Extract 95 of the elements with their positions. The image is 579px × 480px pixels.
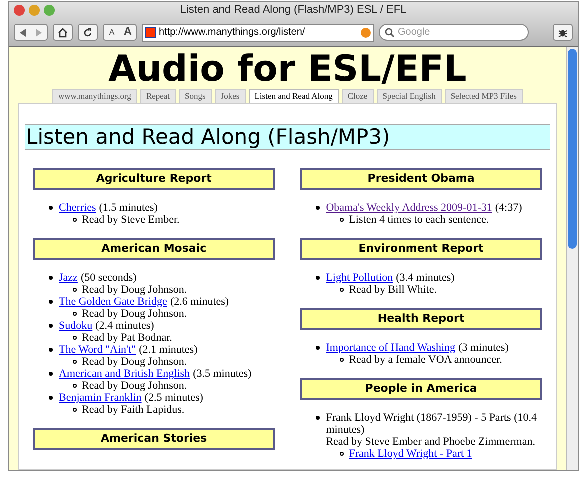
nav-tab[interactable]: Listen and Read Along: [248, 89, 339, 103]
audio-link[interactable]: The Word "Ain't": [59, 344, 136, 356]
audio-link[interactable]: Light Pollution: [326, 272, 394, 284]
series-text: Frank Lloyd Wright (1867-1959) - 5 Parts (10.4 minutes): [326, 412, 538, 436]
section-heading: Health Report: [300, 308, 542, 330]
reader-text: Read by Steve Ember and Phoebe Zimmerman.: [326, 436, 536, 448]
circle-bullet-icon: [340, 358, 344, 362]
address-field[interactable]: http://www.manythings.org/listen/: [142, 24, 374, 42]
bullet-icon: [49, 372, 53, 376]
search-icon: [385, 28, 395, 38]
zoom-icon[interactable]: [44, 5, 55, 16]
reader-text: Read by Doug Johnson.: [82, 284, 188, 296]
circle-bullet-icon: [340, 218, 344, 222]
nav-tab[interactable]: Jokes: [214, 89, 246, 103]
nav-tab[interactable]: www.manythings.org: [52, 89, 138, 103]
reload-button[interactable]: [78, 24, 98, 41]
home-button[interactable]: [53, 24, 73, 41]
section-heading: American Mosaic: [33, 238, 276, 260]
scroll-thumb[interactable]: [568, 49, 577, 249]
duration-text: (50 seconds): [80, 272, 137, 284]
nav-tab[interactable]: Cloze: [342, 89, 374, 103]
duration-text: (4:37): [495, 202, 522, 214]
bullet-icon: [49, 324, 53, 328]
search-field[interactable]: Google: [379, 24, 529, 41]
audio-link[interactable]: Benjamin Franklin: [59, 392, 142, 404]
audio-link[interactable]: Importance of Hand Washing: [326, 342, 456, 354]
section-heading: President Obama: [300, 168, 542, 190]
site-icon: [145, 27, 156, 38]
audio-link[interactable]: Jazz: [59, 272, 78, 284]
circle-bullet-icon: [73, 336, 77, 340]
duration-text: (2.5 minutes): [144, 392, 204, 404]
circle-bullet-icon: [73, 218, 77, 222]
circle-bullet-icon: [340, 288, 344, 292]
duration-text: (3.5 minutes): [193, 368, 252, 380]
section-heading: People in America: [300, 378, 542, 400]
nav-tab[interactable]: Selected MP3 Files: [444, 89, 523, 103]
audio-link[interactable]: American and British English: [59, 368, 190, 380]
url-text: http://www.manythings.org/listen/: [159, 26, 306, 40]
back-forward-button[interactable]: [14, 24, 48, 41]
audio-link[interactable]: Cherries: [59, 202, 96, 214]
back-icon: [19, 28, 27, 36]
scrollbar[interactable]: [566, 47, 578, 470]
circle-bullet-icon: [73, 288, 77, 292]
minimize-icon[interactable]: [29, 5, 40, 16]
bullet-icon: [49, 396, 53, 400]
bullet-icon: [49, 276, 53, 280]
reader-text: Read by a female VOA announcer.: [349, 354, 502, 366]
duration-text: (2.1 minutes): [139, 344, 198, 356]
bullet-icon: [316, 206, 320, 210]
nav-tab[interactable]: Songs: [179, 89, 212, 103]
reader-text: Read by Doug Johnson.: [82, 380, 188, 392]
reader-text: Read by Doug Johnson.: [82, 356, 188, 368]
reader-text: Read by Pat Bodnar.: [82, 332, 172, 344]
reader-text: Read by Faith Lapidus.: [82, 404, 185, 416]
nav-tab[interactable]: Repeat: [140, 89, 176, 103]
home-icon: [58, 28, 68, 38]
bigger-text-button[interactable]: A: [120, 24, 136, 41]
duration-text: (3.4 minutes): [396, 272, 455, 284]
reader-text: Read by Steve Ember.: [82, 214, 180, 226]
bug-button[interactable]: [553, 24, 573, 41]
reload-icon: [83, 28, 93, 38]
bullet-icon: [49, 348, 53, 352]
close-icon[interactable]: [14, 5, 25, 16]
audio-link[interactable]: Sudoku: [59, 320, 93, 332]
section-heading: American Stories: [33, 428, 276, 450]
bug-icon: [558, 28, 568, 38]
nav-tab[interactable]: Special English: [376, 89, 442, 103]
section-heading: Agriculture Report: [33, 168, 276, 190]
window-title: Listen and Read Along (Flash/MP3) ESL / EFL: [180, 3, 407, 18]
duration-text: (3 minutes): [458, 342, 509, 354]
reader-text: Read by Doug Johnson.: [82, 308, 188, 320]
duration-text: (2.6 minutes): [170, 296, 230, 308]
bullet-icon: [49, 300, 53, 304]
reader-text: Listen 4 times to each sentence.: [349, 214, 490, 226]
circle-bullet-icon: [73, 408, 77, 412]
forward-icon: [35, 28, 43, 36]
smaller-text-button[interactable]: A: [104, 26, 120, 38]
circle-bullet-icon: [340, 452, 344, 456]
duration-text: (1.5 minutes): [99, 202, 158, 214]
bullet-icon: [49, 206, 53, 210]
search-input[interactable]: Google: [398, 25, 508, 40]
duration-text: (2.4 minutes): [96, 320, 154, 332]
circle-bullet-icon: [73, 384, 77, 388]
audio-link[interactable]: The Golden Gate Bridge: [59, 296, 168, 308]
audio-link[interactable]: Frank Lloyd Wright - Part 1: [349, 448, 472, 460]
bullet-icon: [316, 346, 320, 350]
site-title: Audio for ESL/EFL: [108, 51, 467, 89]
page-heading: Listen and Read Along (Flash/MP3): [25, 124, 550, 150]
section-heading: Environment Report: [300, 238, 542, 260]
reader-text: Read by Bill White.: [349, 284, 437, 296]
bullet-icon: [316, 416, 320, 420]
circle-bullet-icon: [73, 312, 77, 316]
circle-bullet-icon: [73, 360, 77, 364]
bullet-icon: [316, 276, 320, 280]
audio-link[interactable]: Obama's Weekly Address 2009-01-31: [326, 202, 492, 214]
